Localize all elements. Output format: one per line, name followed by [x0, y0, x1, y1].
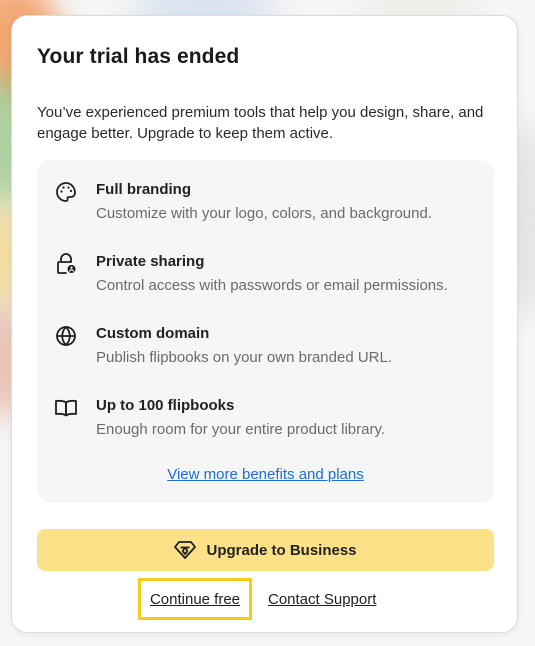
upgrade-button-label: Upgrade to Business — [206, 541, 357, 559]
globe-icon — [53, 323, 79, 349]
dialog-description: You’ve experienced premium tools that he… — [37, 104, 484, 142]
continue-free-link[interactable]: Continue free — [138, 578, 252, 620]
benefit-title: Private sharing — [96, 253, 205, 270]
benefit-description: Enough room for your entire product libr… — [96, 421, 386, 438]
benefit-description: Control access with passwords or email p… — [96, 277, 448, 294]
lock-icon — [53, 251, 79, 277]
view-more-benefits-link[interactable]: View more benefits and plans — [37, 466, 494, 483]
benefit-title: Custom domain — [96, 325, 210, 342]
benefit-flipbooks: Up to 100 flipbooks Enough room for your… — [37, 394, 494, 454]
benefit-title: Full branding — [96, 181, 191, 198]
dialog-title: Your trial has ended — [37, 45, 240, 68]
footer-links: Continue free Contact Support — [12, 578, 517, 620]
benefits-panel: Full branding Customize with your logo, … — [37, 160, 494, 503]
diamond-icon — [174, 540, 197, 560]
upgrade-button[interactable]: Upgrade to Business — [37, 529, 494, 571]
benefit-description: Customize with your logo, colors, and ba… — [96, 205, 433, 222]
continue-free-label: Continue free — [149, 590, 241, 608]
palette-icon — [53, 179, 79, 205]
benefit-title: Up to 100 flipbooks — [96, 397, 235, 414]
contact-support-link[interactable]: Contact Support — [268, 578, 376, 620]
benefit-custom-domain: Custom domain Publish flipbooks on your … — [37, 322, 494, 382]
trial-ended-dialog: Your trial has ended You’ve experienced … — [11, 15, 518, 633]
benefit-full-branding: Full branding Customize with your logo, … — [37, 178, 494, 238]
benefit-private-sharing: Private sharing Control access with pass… — [37, 250, 494, 310]
book-icon — [53, 395, 79, 421]
benefit-description: Publish flipbooks on your own branded UR… — [96, 349, 393, 366]
